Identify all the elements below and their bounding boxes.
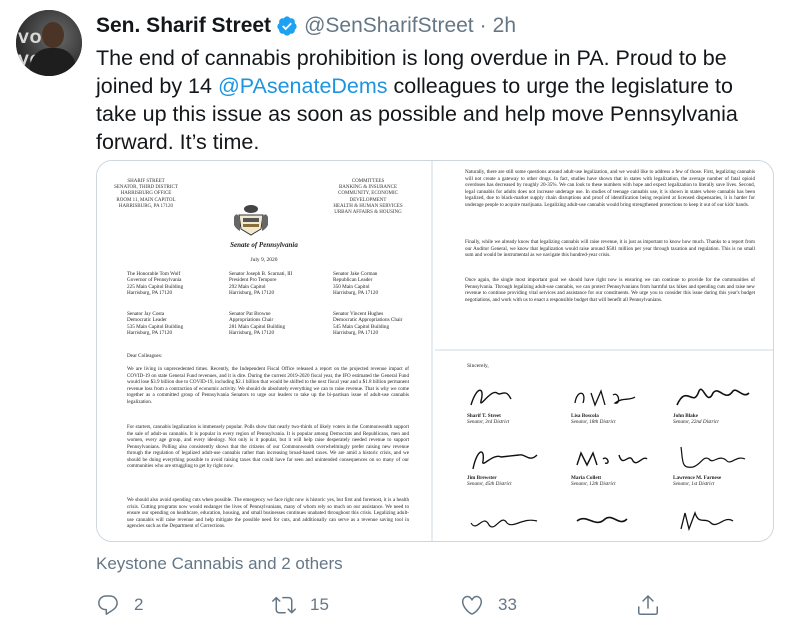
letter-paragraph-6: Once again, the single most important go… bbox=[465, 277, 755, 303]
signature-5: Maria Collett Senator, 12th District bbox=[571, 441, 651, 487]
signer-role-3: Senator, 22nd District bbox=[673, 419, 719, 425]
avatar[interactable]: VOTEVOTE bbox=[16, 10, 82, 76]
verified-badge-icon bbox=[277, 16, 297, 36]
salutation: Dear Colleagues: bbox=[127, 353, 163, 359]
signature-1: Sharif T. Street Senator, 3rd District bbox=[467, 379, 547, 425]
like-icon bbox=[461, 595, 483, 615]
avatar-body bbox=[30, 48, 76, 76]
mention-link[interactable]: @PAsenateDems bbox=[218, 74, 388, 98]
letter-closing: Sincerely, bbox=[467, 363, 489, 369]
tweet-media[interactable]: SHARIF STREET SENATOR, THIRD DISTRICT HA… bbox=[96, 160, 774, 542]
recipient-3: Senator Jake Corman Republican Leader 35… bbox=[333, 271, 379, 297]
avatar-head bbox=[42, 22, 64, 48]
signature-scribble-7 bbox=[470, 519, 538, 528]
signature-scribble-4 bbox=[472, 451, 538, 470]
signature-9 bbox=[673, 503, 753, 537]
signature-scribble-5 bbox=[576, 451, 648, 467]
signature-8 bbox=[571, 503, 651, 537]
author-name[interactable]: Sen. Sharif Street bbox=[96, 14, 271, 38]
sender-address-block: SHARIF STREET SENATOR, THIRD DISTRICT HA… bbox=[114, 179, 178, 209]
letter-date: July 9, 2020 bbox=[250, 257, 278, 263]
signature-7 bbox=[467, 503, 547, 537]
recipient-6: Senator Vincent Hughes Democratic Approp… bbox=[333, 311, 403, 337]
signature-6: Lawrence M. Farnese Senator, 1st Distric… bbox=[673, 441, 753, 487]
share-icon bbox=[638, 595, 658, 615]
pennsylvania-seal-icon bbox=[234, 205, 268, 236]
signer-role-5: Senator, 12th District bbox=[571, 481, 616, 487]
author-handle[interactable]: @SenSharifStreet bbox=[304, 14, 474, 38]
signer-role-1: Senator, 3rd District bbox=[467, 419, 510, 425]
letter-page-3[interactable]: Sincerely, Sharif T. Street Senator, 3rd… bbox=[435, 353, 773, 541]
tweet[interactable]: VOTEVOTE Sen. Sharif Street @SenSharifSt… bbox=[0, 0, 792, 630]
separator-dot: · bbox=[479, 14, 487, 37]
retweet-button[interactable]: 15 bbox=[272, 590, 329, 620]
signature-4: Jim Brewster Senator, 45th District bbox=[467, 441, 547, 487]
letter-page-2[interactable]: Naturally, there are still some question… bbox=[435, 161, 773, 351]
signer-role-4: Senator, 45th District bbox=[467, 481, 512, 487]
retweet-count: 15 bbox=[310, 595, 329, 614]
letter-paragraph-2: For starters, cannabis legalization is i… bbox=[127, 424, 409, 469]
reply-count: 2 bbox=[134, 595, 144, 614]
signature-scribble-8 bbox=[576, 516, 628, 524]
signature-scribble-3 bbox=[676, 388, 750, 406]
like-count: 33 bbox=[498, 595, 517, 614]
letter-paragraph-1: We are living in unprecedented times. Re… bbox=[127, 366, 409, 405]
recipient-2: Senator Joseph B. Scarnati, III Presiden… bbox=[229, 271, 293, 297]
signature-scribble-1 bbox=[470, 389, 512, 406]
signature-scribble-6 bbox=[680, 446, 746, 468]
signer-role-2: Senator, 18th District bbox=[571, 419, 616, 425]
recipient-1: The Honorable Tom Wolf Governor of Penns… bbox=[127, 271, 184, 297]
tweet-header: Sen. Sharif Street @SenSharifStreet · 2h bbox=[96, 12, 516, 40]
letter-paragraph-4: Naturally, there are still some question… bbox=[465, 169, 755, 208]
letterhead-title: Senate of Pennsylvania bbox=[230, 241, 298, 249]
recipient-4: Senator Jay Costa Democratic Leader 535 … bbox=[127, 311, 184, 337]
share-button[interactable] bbox=[636, 590, 674, 620]
tweet-text: The end of cannabis prohibition is long … bbox=[96, 44, 776, 156]
tweet-timestamp[interactable]: 2h bbox=[493, 14, 516, 38]
tweet-actions: 2 15 33 bbox=[96, 590, 676, 620]
reply-icon bbox=[98, 595, 118, 615]
like-button[interactable]: 33 bbox=[460, 590, 517, 620]
recipient-5: Senator Pat Browne Appropriations Chair … bbox=[229, 311, 286, 337]
letter-page-1[interactable]: SHARIF STREET SENATOR, THIRD DISTRICT HA… bbox=[97, 161, 433, 541]
letter-paragraph-3: We should also avoid spending cuts when … bbox=[127, 497, 409, 529]
signer-role-6: Senator, 1st District bbox=[673, 481, 715, 487]
social-context[interactable]: Keystone Cannabis and 2 others bbox=[96, 554, 343, 574]
signature-scribble-9 bbox=[680, 511, 734, 532]
committee-block: COMMITTEES BANKING & INSURANCE COMMUNITY… bbox=[333, 179, 403, 216]
letter-paragraph-5: Finally, while we already know that lega… bbox=[465, 239, 755, 258]
signature-scribble-2 bbox=[574, 389, 636, 407]
signature-2: Lisa Boscola Senator, 18th District bbox=[571, 379, 651, 425]
signature-3: John Blake Senator, 22nd District bbox=[673, 379, 753, 425]
retweet-icon bbox=[272, 596, 296, 614]
reply-button[interactable]: 2 bbox=[96, 590, 143, 620]
